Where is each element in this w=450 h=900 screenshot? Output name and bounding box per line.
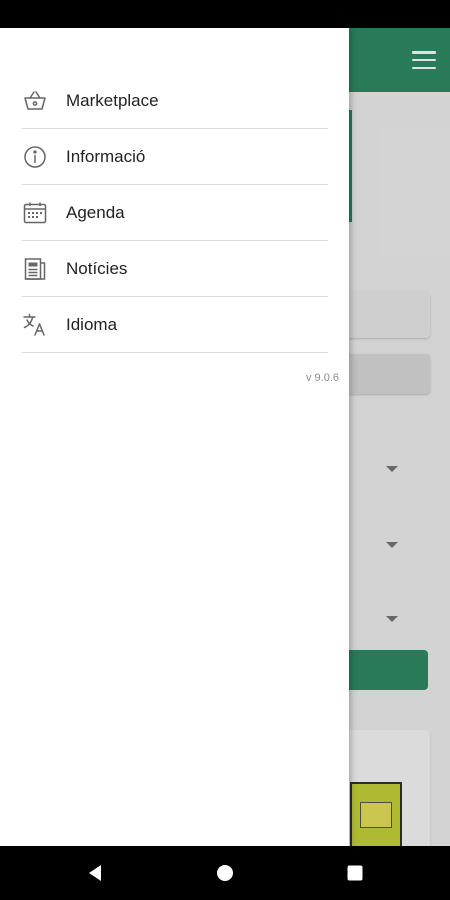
drawer-item-label: Agenda: [66, 202, 125, 222]
home-circle-icon[interactable]: [195, 846, 255, 900]
drawer-item-label: Marketplace: [66, 90, 159, 110]
drawer-item-label: Informació: [66, 146, 146, 166]
drawer-item-agenda[interactable]: Agenda: [22, 185, 328, 241]
recents-square-icon[interactable]: [325, 846, 385, 900]
info-icon: [22, 144, 48, 170]
back-triangle-icon[interactable]: [65, 846, 125, 900]
drawer-menu: Marketplace Informació Agenda Notícies I…: [22, 73, 328, 353]
drawer-item-label: Idioma: [66, 314, 118, 334]
status-bar: [0, 0, 450, 28]
newspaper-icon: [22, 256, 48, 282]
translate-icon: [22, 312, 48, 338]
app-version: v 9.0.6: [305, 372, 339, 384]
basket-icon: [22, 88, 48, 114]
drawer-item-marketplace[interactable]: Marketplace: [22, 73, 328, 129]
calendar-icon: [22, 200, 48, 226]
navigation-drawer: Marketplace Informació Agenda Notícies I…: [0, 28, 349, 846]
drawer-item-idioma[interactable]: Idioma: [22, 297, 328, 353]
drawer-item-informacio[interactable]: Informació: [22, 129, 328, 185]
drawer-item-noticies[interactable]: Notícies: [22, 241, 328, 297]
system-navigation-bar: [0, 846, 450, 900]
drawer-item-label: Notícies: [66, 258, 128, 278]
